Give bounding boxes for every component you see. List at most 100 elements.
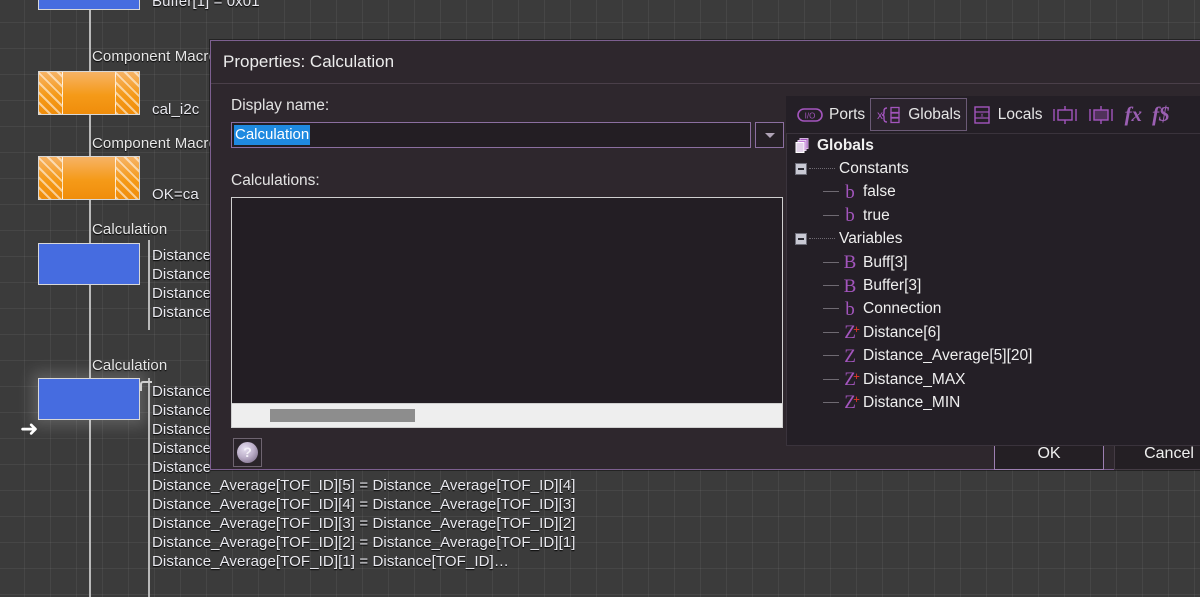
tree-item-label: Distance_MAX xyxy=(863,370,966,388)
scrollbar-thumb[interactable] xyxy=(270,409,415,422)
fs-icon: f$ xyxy=(1152,102,1170,126)
tab-globals[interactable]: x Globals xyxy=(870,98,967,131)
calculations-horizontal-scrollbar[interactable] xyxy=(231,404,783,428)
flow-block-component-macro[interactable] xyxy=(38,71,140,115)
macro-out-icon xyxy=(1088,105,1115,125)
locals-icon: x xyxy=(972,105,992,125)
tree-connector xyxy=(823,355,839,357)
tree-item-label: Variables xyxy=(839,230,903,248)
uint-type-icon: Z + xyxy=(844,369,860,391)
display-name-input[interactable]: Calculation xyxy=(231,122,751,148)
tab-globals-label: Globals xyxy=(908,105,961,123)
tree-item-label: true xyxy=(863,206,890,224)
tree-item-label: Distance[6] xyxy=(863,323,941,341)
tab-locals-label: Locals xyxy=(997,105,1043,123)
macro-in-icon xyxy=(1052,105,1079,125)
flow-block-component-macro[interactable] xyxy=(38,156,140,200)
tree-connector xyxy=(823,331,839,334)
help-button[interactable]: ? xyxy=(233,438,262,467)
display-name-value: Calculation xyxy=(234,125,311,145)
bool-type-icon: b xyxy=(845,181,855,203)
flow-block-code: Distance xyxy=(152,459,212,476)
button-function-fs[interactable]: f$ xyxy=(1147,98,1175,131)
ok-button-label: OK xyxy=(1037,444,1061,462)
variables-panel-toolbar: I/O Ports x Globals x Locals fx f$ xyxy=(786,96,1200,134)
tree-item-label: Distance_MIN xyxy=(863,393,961,411)
button-macro-out[interactable] xyxy=(1084,98,1120,131)
tree-connector xyxy=(823,191,839,193)
tree-connector xyxy=(823,261,839,264)
flow-block-code: OK=ca xyxy=(152,186,199,203)
tree-item-buffer[interactable]: B Buffer[3] xyxy=(787,274,1200,297)
flow-code-line: Distance_Average[TOF_ID][1] = Distance[T… xyxy=(152,553,509,570)
flow-block-calculation-selected[interactable] xyxy=(38,378,140,420)
int-type-icon: Z xyxy=(844,345,856,367)
properties-dialog: Properties: Calculation Display name: Ca… xyxy=(210,40,1200,470)
tree-item-label: Buff[3] xyxy=(863,253,908,271)
tree-connector xyxy=(809,168,835,170)
tree-item-constants[interactable]: Constants xyxy=(787,157,1200,180)
tree-item-buff[interactable]: B Buff[3] xyxy=(787,251,1200,274)
flow-code-line: Distance_Average[TOF_ID][4] = Distance_A… xyxy=(152,496,576,513)
tree-item-label: Constants xyxy=(839,160,909,178)
flow-block-code: Buffer[1] = 0x01 xyxy=(152,0,260,10)
tree-item-distance-average[interactable]: Z Distance_Average[5][20] xyxy=(787,345,1200,368)
display-name-dropdown-button[interactable] xyxy=(755,122,784,148)
byte-type-icon: B xyxy=(843,275,857,297)
question-mark-icon: ? xyxy=(237,442,258,463)
tree-connector xyxy=(823,214,839,217)
tab-locals[interactable]: x Locals xyxy=(967,98,1048,131)
fx-icon: fx xyxy=(1124,102,1143,126)
button-macro-in[interactable] xyxy=(1048,98,1084,131)
tree-item-label: Buffer[3] xyxy=(863,277,922,295)
flow-code-line: Distance_Average[TOF_ID][2] = Distance_A… xyxy=(152,534,576,551)
flow-block-code: Distance xyxy=(152,440,212,457)
bool-type-icon: b xyxy=(845,298,855,320)
uint-type-icon: Z + xyxy=(844,322,860,344)
tree-connector xyxy=(823,308,839,310)
tree-connector xyxy=(809,238,835,240)
flow-block-code: Distance xyxy=(152,247,212,264)
flow-block-code: Distance xyxy=(152,421,212,438)
tree-item-label: Globals xyxy=(817,136,874,154)
flow-block-caption: Component Macro xyxy=(92,135,217,152)
code-rail-lower xyxy=(148,378,150,597)
tree-connector xyxy=(823,378,839,381)
flow-code-line: Distance_Average[TOF_ID][5] = Distance_A… xyxy=(152,477,576,494)
svg-text:I/O: I/O xyxy=(805,111,816,120)
flow-block-code: cal_i2c xyxy=(152,101,200,118)
flow-block-code: Distance xyxy=(152,285,212,302)
flow-connector-elbow xyxy=(140,381,152,391)
expander-minus-icon[interactable] xyxy=(795,233,807,246)
flow-block-code: Distance xyxy=(152,402,212,419)
calculations-label: Calculations: xyxy=(231,172,320,189)
ports-io-icon: I/O xyxy=(797,107,823,123)
calculations-textarea[interactable] xyxy=(231,197,783,404)
dialog-titlebar[interactable]: Properties: Calculation xyxy=(211,41,1200,84)
tree-item-distance-max[interactable]: Z + Distance_MAX xyxy=(787,368,1200,391)
tree-item-distance[interactable]: Z + Distance[6] xyxy=(787,321,1200,344)
byte-type-icon: B xyxy=(843,252,857,274)
plus-badge-icon: + xyxy=(853,322,860,337)
tree-item-label: false xyxy=(863,183,896,201)
dialog-title: Properties: Calculation xyxy=(223,52,395,71)
tree-item-connection[interactable]: b Connection xyxy=(787,298,1200,321)
flow-block-caption: Component Macro xyxy=(92,48,217,65)
tree-item-label: Distance_Average[5][20] xyxy=(863,347,1033,365)
tab-ports[interactable]: I/O Ports xyxy=(792,98,870,131)
cancel-button-label: Cancel xyxy=(1144,444,1194,462)
tree-item-false[interactable]: b false xyxy=(787,181,1200,204)
tree-item-globals[interactable]: Globals xyxy=(787,134,1200,157)
tree-item-variables[interactable]: Variables xyxy=(787,228,1200,251)
uint-type-icon: Z + xyxy=(844,392,860,414)
flow-block-code: Distance xyxy=(152,304,212,321)
tree-item-distance-min[interactable]: Z + Distance_MIN xyxy=(787,391,1200,414)
expander-minus-icon[interactable] xyxy=(795,163,807,176)
globals-tree[interactable]: Globals Constants b false b true Variabl… xyxy=(786,134,1200,446)
tree-item-true[interactable]: b true xyxy=(787,204,1200,227)
chevron-down-icon xyxy=(764,132,775,138)
tree-connector xyxy=(823,285,839,287)
button-function-fx[interactable]: fx xyxy=(1120,98,1148,131)
flow-block-calculation[interactable] xyxy=(38,243,140,285)
flow-block-assignment[interactable] xyxy=(38,0,140,10)
